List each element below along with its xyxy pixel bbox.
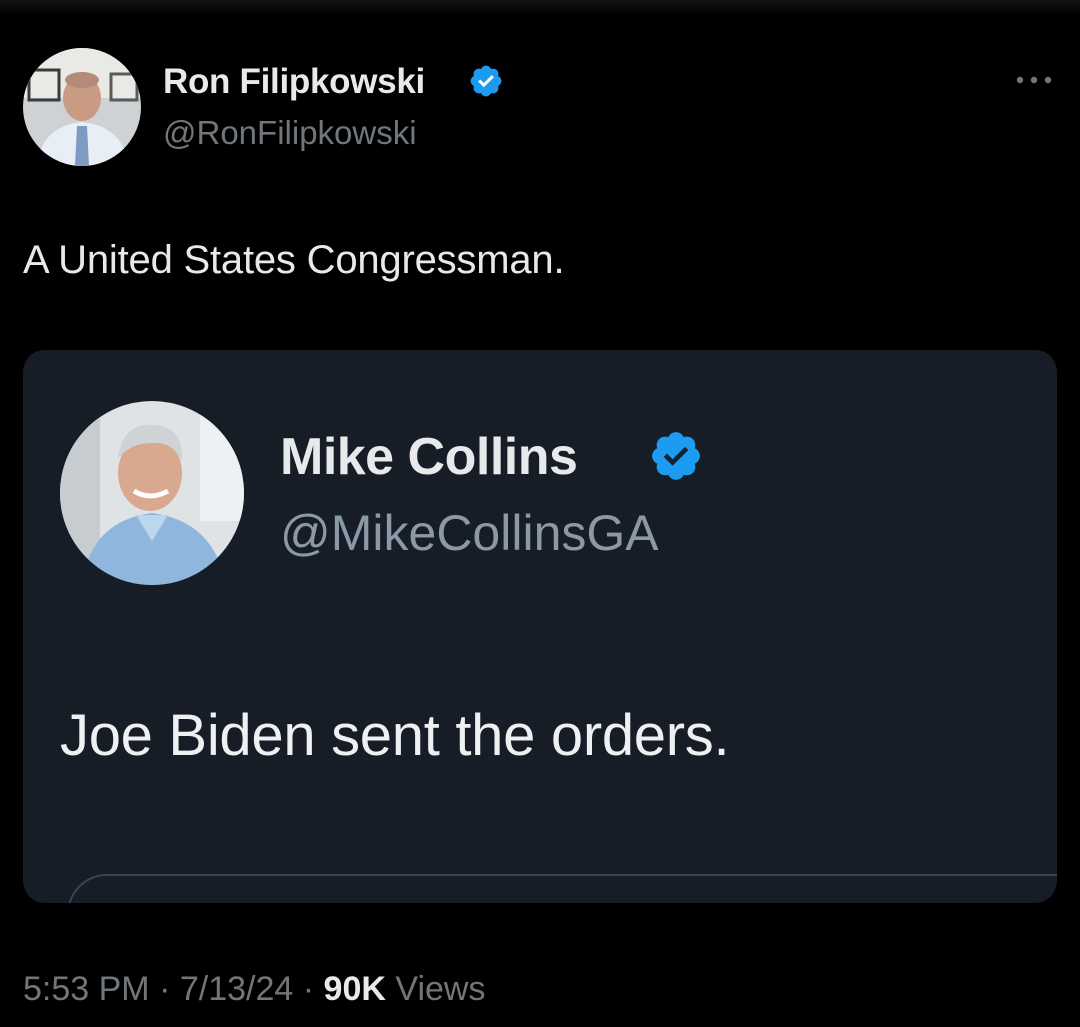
author-name[interactable]: Ron Filipkowski [163, 62, 425, 102]
meta-separator: · [159, 970, 171, 1008]
author-avatar-image [23, 48, 141, 166]
views-label: Views [395, 970, 486, 1008]
quoted-tweet-text: Joe Biden sent the orders. [60, 703, 730, 768]
quoted-verified-badge-icon [652, 432, 700, 480]
top-shade [0, 0, 1080, 14]
author-handle[interactable]: @RonFilipkowski [163, 114, 417, 152]
views-count: 90K [323, 970, 386, 1008]
tweet: Ron Filipkowski @RonFilipkowski A United… [0, 0, 1080, 1027]
author-avatar[interactable] [23, 48, 141, 166]
quoted-author-avatar-image [60, 401, 244, 585]
verified-badge-icon [470, 65, 502, 97]
quoted-tweet-card[interactable]: Mike Collins @MikeCollinsGA Joe Biden se… [23, 350, 1057, 903]
quoted-card-divider [67, 874, 1057, 903]
quoted-author-handle: @MikeCollinsGA [280, 505, 659, 561]
quoted-author-avatar [60, 401, 244, 585]
tweet-time[interactable]: 5:53 PM [23, 970, 150, 1008]
meta-separator: · [302, 970, 315, 1008]
quoted-author-name: Mike Collins [280, 428, 578, 486]
tweet-date[interactable]: 7/13/24 [180, 970, 293, 1008]
tweet-text: A United States Congressman. [23, 238, 565, 282]
tweet-meta: 5:53 PM · 7/13/24 · 90K Views [23, 970, 485, 1009]
more-horizontal-icon[interactable] [1012, 68, 1056, 92]
